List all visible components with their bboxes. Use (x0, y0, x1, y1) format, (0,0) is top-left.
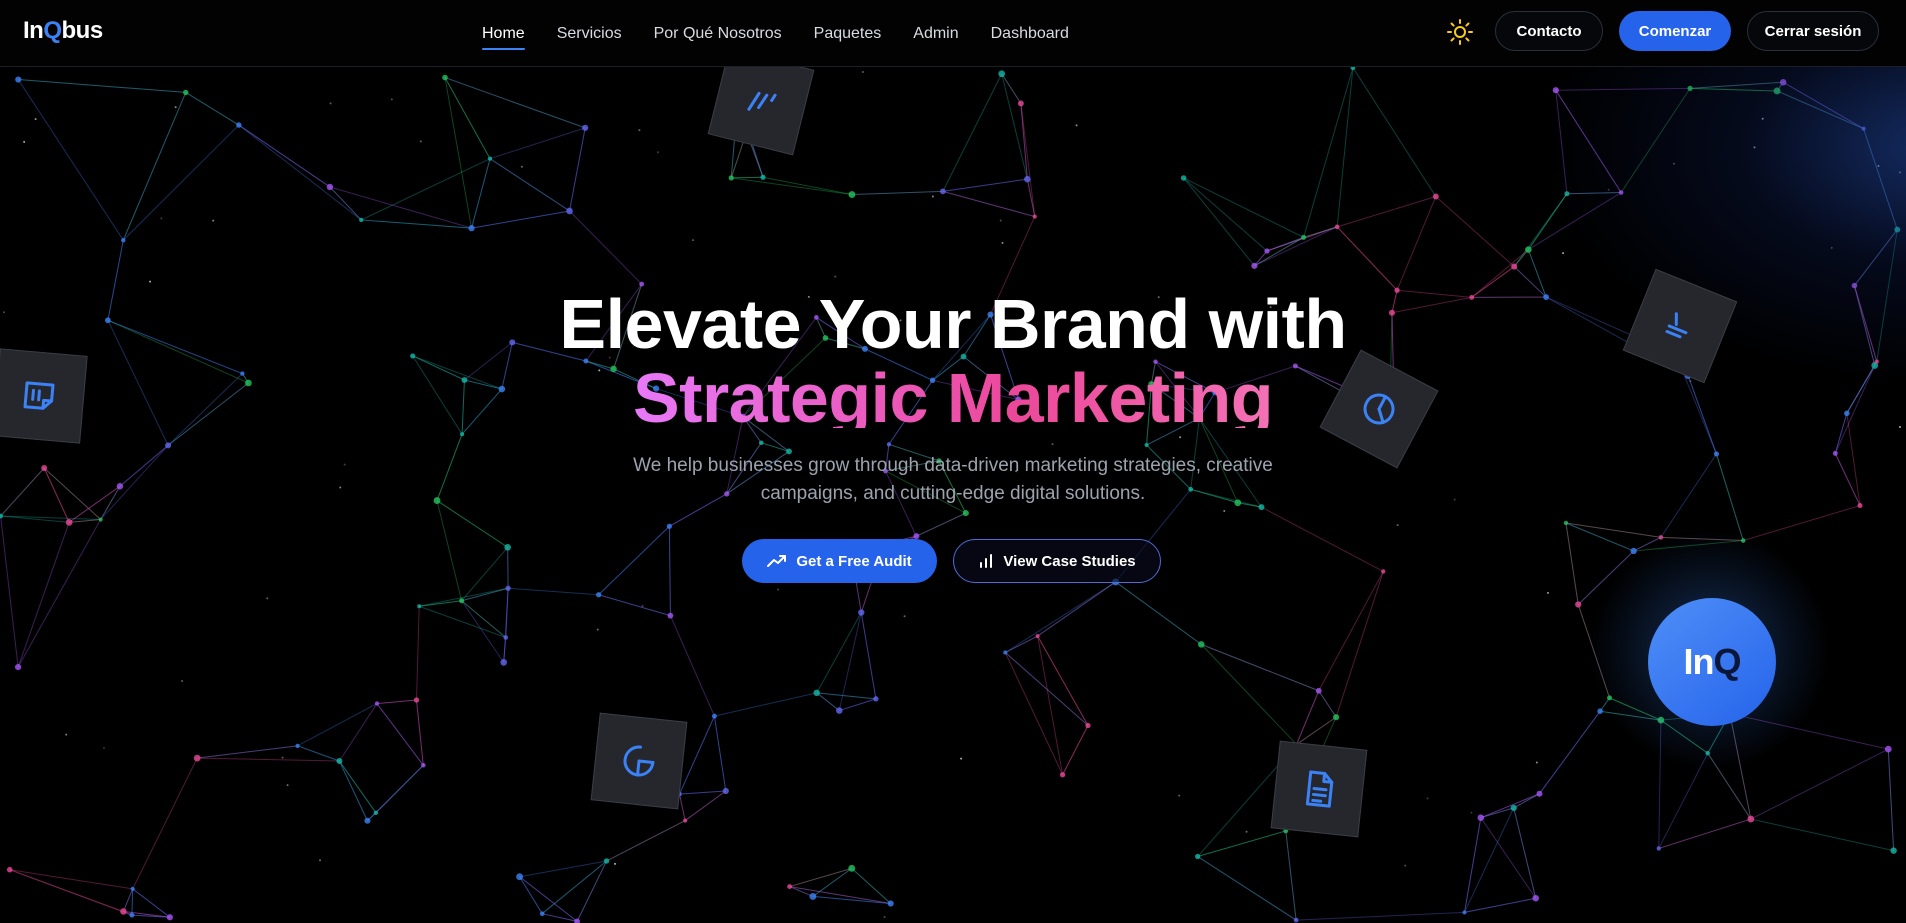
nav-link-servicios[interactable]: Servicios (557, 19, 622, 49)
free-audit-button[interactable]: Get a Free Audit (742, 539, 937, 583)
nav-links: Home Servicios Por Qué Nosotros Paquetes… (482, 0, 1069, 67)
start-button[interactable]: Comenzar (1619, 11, 1731, 51)
logo-text: In (23, 17, 44, 44)
contact-button[interactable]: Contacto (1495, 11, 1603, 51)
top-navbar: InQbus Home Servicios Por Qué Nosotros P… (0, 0, 1906, 67)
case-studies-label: View Case Studies (1003, 552, 1136, 570)
nav-link-dashboard[interactable]: Dashboard (991, 19, 1069, 49)
sun-icon[interactable] (1446, 18, 1474, 46)
hero-title-line1: Elevate Your Brand with (559, 285, 1347, 363)
bar-chart-icon (980, 554, 993, 568)
hero-subtitle: We help businesses grow through data-dri… (633, 455, 1273, 504)
free-audit-label: Get a Free Audit (796, 552, 912, 570)
nav-link-home[interactable]: Home (482, 19, 525, 50)
logo-text-end: bus (61, 17, 104, 44)
case-studies-button[interactable]: View Case Studies (953, 539, 1161, 583)
logout-button[interactable]: Cerrar sesión (1747, 11, 1879, 51)
trending-up-icon (767, 555, 787, 567)
hero-section: Elevate Your Brand with Strategic Market… (0, 0, 1906, 923)
nav-link-paquetes[interactable]: Paquetes (814, 19, 882, 49)
nav-link-admin[interactable]: Admin (913, 19, 958, 49)
nav-link-por-que-nosotros[interactable]: Por Qué Nosotros (654, 19, 782, 49)
landing-page: InQbus Home Servicios Por Qué Nosotros P… (0, 0, 1906, 923)
logo-q: Q (43, 17, 62, 44)
logo[interactable]: InQbus (23, 17, 103, 45)
hero-title-line2-wrapper: Strategic Marketing (0, 358, 1906, 428)
hero-title-line2: Strategic Marketing (633, 359, 1274, 428)
